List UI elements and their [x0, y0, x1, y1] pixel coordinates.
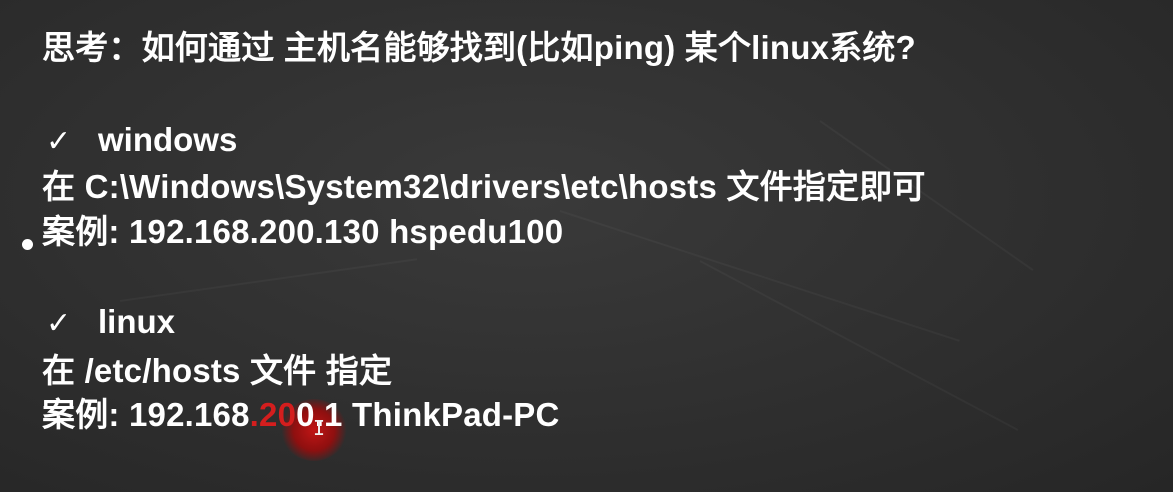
linux-example-highlight: .20 [249, 396, 297, 433]
linux-example-suffix: 0.1 ThinkPad-PC [296, 396, 560, 433]
linux-instruction: 在 /etc/hosts 文件 指定 [42, 352, 393, 389]
bullet-dot [22, 239, 33, 250]
check-icon: ✓ [46, 124, 72, 159]
text-cursor-icon: I [313, 416, 326, 440]
chalk-streak [700, 260, 1019, 431]
chalk-streak [560, 210, 960, 342]
linux-heading: linux [98, 303, 176, 340]
windows-example: 案例: 192.168.200.130 hspedu100 [42, 213, 564, 250]
blackboard-slide: 思考：如何通过 主机名能够找到(比如ping) 某个linux系统? ✓ wind… [0, 0, 1173, 492]
chalk-streak [120, 258, 417, 302]
windows-heading: windows [98, 121, 238, 158]
windows-heading-row: ✓ windows [46, 120, 237, 162]
slide-title: 思考：如何通过 主机名能够找到(比如ping) 某个linux系统? [42, 29, 916, 66]
windows-instruction: 在 C:\Windows\System32\drivers\etc\hosts … [42, 168, 926, 205]
check-icon: ✓ [46, 306, 72, 341]
linux-example-prefix: 案例: 192.168 [42, 396, 250, 433]
linux-heading-row: ✓ linux [46, 302, 175, 344]
linux-example: 案例: 192.168.200.1 ThinkPad-PC [42, 395, 560, 435]
